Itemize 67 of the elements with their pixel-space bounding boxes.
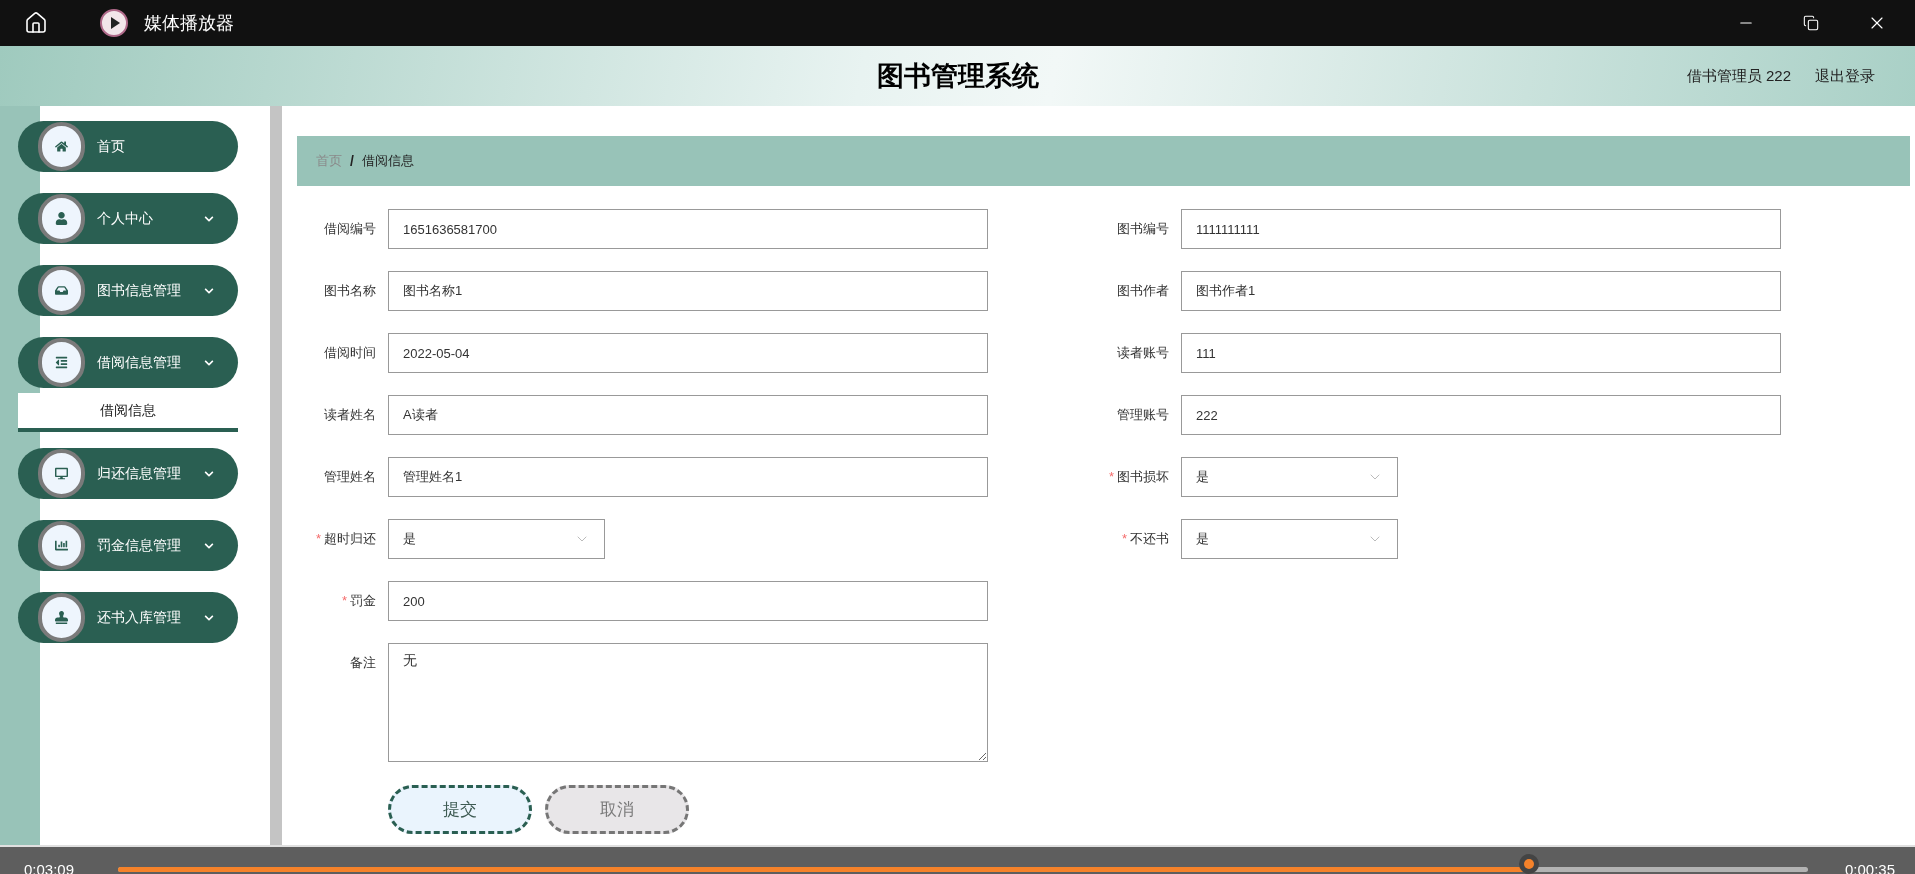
field-label: 管理姓名	[324, 468, 376, 487]
select-field[interactable]: 是	[1181, 519, 1398, 559]
user-icon	[55, 212, 68, 225]
sidebar-item[interactable]: 罚金信息管理	[18, 520, 238, 571]
field-label: 图书作者	[1117, 282, 1169, 301]
stamp-icon	[55, 611, 68, 624]
sidebar-item[interactable]: 图书信息管理	[18, 265, 238, 316]
sidebar-item[interactable]: 还书入库管理	[18, 592, 238, 643]
required-mark: *	[1121, 530, 1127, 549]
required-mark: *	[341, 592, 347, 611]
progress-track[interactable]	[118, 854, 1809, 874]
chevron-icon	[204, 540, 214, 551]
field-label: 不还书	[1130, 530, 1169, 549]
chevron-icon	[204, 468, 214, 479]
required-mark: *	[315, 530, 321, 549]
bar-chart-icon	[55, 539, 68, 552]
text-field[interactable]: 200	[388, 581, 988, 621]
player-logo-icon	[100, 9, 128, 37]
sidebar-item[interactable]: 个人中心	[18, 193, 238, 244]
home-icon	[55, 140, 68, 153]
field-label: 超时归还	[324, 530, 376, 549]
list-icon	[55, 356, 68, 369]
sidebar-item[interactable]: 借阅信息管理	[18, 337, 238, 388]
app-title: 图书管理系统	[876, 59, 1039, 93]
field-label: 借阅编号	[324, 220, 376, 239]
required-mark: *	[1108, 468, 1114, 487]
chevron-icon	[204, 357, 214, 368]
text-field[interactable]: 222	[1181, 395, 1781, 435]
breadcrumb-link[interactable]: 借阅信息	[361, 151, 414, 171]
logout-link[interactable]: 退出登录	[1815, 64, 1875, 88]
select-field[interactable]: 是	[388, 519, 605, 559]
field-label: 图书编号	[1117, 220, 1169, 239]
field-label: 图书名称	[324, 282, 376, 301]
text-field[interactable]: A读者	[388, 395, 988, 435]
breadcrumb-separator: /	[350, 151, 354, 171]
field-label: 借阅时间	[324, 344, 376, 363]
submit-button[interactable]: 提交	[388, 785, 532, 834]
chevron-icon	[204, 285, 214, 296]
text-field[interactable]: 图书作者1	[1181, 271, 1781, 311]
field-label: 罚金	[350, 592, 376, 611]
chevron-icon	[204, 612, 214, 623]
text-field[interactable]: 1651636581700	[388, 209, 988, 249]
chevron-icon	[204, 213, 214, 224]
tray-icon	[55, 284, 68, 297]
sidebar-item[interactable]: 首页	[18, 121, 238, 172]
select-field[interactable]: 是	[1181, 457, 1398, 497]
text-field[interactable]: 1111111111	[1181, 209, 1781, 249]
field-label: 读者账号	[1117, 344, 1169, 363]
notes-field[interactable]: 无	[388, 643, 988, 762]
field-label: 图书损坏	[1117, 468, 1169, 487]
sidebar-item[interactable]: 归还信息管理	[18, 448, 238, 499]
scrollbar[interactable]	[270, 106, 282, 845]
user-label: 借书管理员 222	[1686, 65, 1791, 86]
window-title: 媒体播放器	[144, 11, 234, 35]
submenu-item[interactable]: 借阅信息	[18, 393, 238, 432]
field-label: 读者姓名	[324, 406, 376, 425]
monitor-icon	[55, 467, 68, 480]
field-label: 管理账号	[1117, 406, 1169, 425]
cancel-button[interactable]: 取消	[545, 785, 689, 834]
text-field[interactable]: 111	[1181, 333, 1781, 373]
home-icon[interactable]	[24, 11, 48, 35]
progress-thumb[interactable]	[1519, 854, 1540, 874]
field-label: 备注	[350, 654, 376, 673]
text-field[interactable]: 图书名称1	[388, 271, 988, 311]
restore-icon[interactable]	[1803, 15, 1819, 31]
text-field[interactable]: 管理姓名1	[388, 457, 988, 497]
text-field[interactable]: 2022-05-04	[388, 333, 988, 373]
